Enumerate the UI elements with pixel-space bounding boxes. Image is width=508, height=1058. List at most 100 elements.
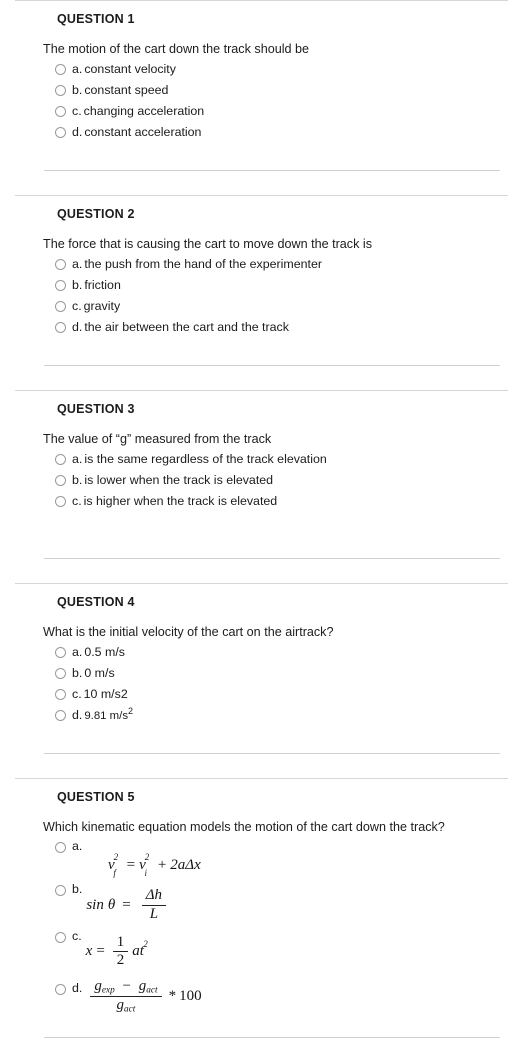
fraction-denominator: L bbox=[141, 904, 167, 923]
option-value: gravity bbox=[83, 299, 121, 313]
option-row[interactable]: a. constant velocity bbox=[55, 60, 500, 81]
option-letter: a. bbox=[72, 257, 83, 271]
radio-button-icon[interactable] bbox=[55, 454, 66, 465]
option-list-4: a. 0.5 m/s b. 0 m/s c. 10 m/s2 d. 9.81 m… bbox=[43, 643, 500, 727]
formula-equals: = bbox=[96, 943, 105, 960]
option-row[interactable]: a. the push from the hand of the experime… bbox=[55, 255, 500, 276]
radio-button-icon[interactable] bbox=[55, 259, 66, 270]
option-label: c. x = 1 2 a t2 bbox=[72, 929, 150, 970]
formula-delta-x: Δx bbox=[185, 857, 201, 873]
option-row[interactable]: a. v2f = v2i + 2a Δx bbox=[55, 838, 500, 878]
radio-button-icon[interactable] bbox=[55, 127, 66, 138]
option-row[interactable]: b. is lower when the track is elevated bbox=[55, 471, 500, 492]
option-row[interactable]: c. gravity bbox=[55, 297, 500, 318]
formula-hundred: 100 bbox=[179, 987, 202, 1004]
formula-equals: = bbox=[122, 896, 131, 913]
option-label: a. constant velocity bbox=[72, 61, 176, 79]
radio-button-icon[interactable] bbox=[55, 64, 66, 75]
option-row[interactable]: d. the air between the cart and the track bbox=[55, 318, 500, 339]
question-spacer bbox=[43, 339, 500, 365]
option-value: is higher when the track is elevated bbox=[83, 494, 278, 508]
radio-button-icon[interactable] bbox=[55, 85, 66, 96]
formula-times: * bbox=[168, 987, 177, 1004]
option-value: 10 m/s2 bbox=[83, 687, 128, 701]
option-row[interactable]: b. 0 m/s bbox=[55, 664, 500, 685]
option-label: d. constant acceleration bbox=[72, 124, 201, 142]
option-letter: b. bbox=[72, 882, 83, 896]
option-label: d. the air between the cart and the track bbox=[72, 319, 289, 337]
g-exp: gexp bbox=[94, 978, 115, 996]
option-row[interactable]: a. is the same regardless of the track el… bbox=[55, 450, 500, 471]
option-row[interactable]: b. friction bbox=[55, 276, 500, 297]
formula-acceleration: a bbox=[132, 943, 140, 960]
option-value: constant velocity bbox=[84, 62, 176, 76]
question-prompt-2: The force that is causing the cart to mo… bbox=[43, 236, 372, 251]
option-label: b. sin θ = Δh L bbox=[72, 882, 170, 923]
formula-q5-a: v2f = v2i + 2a Δx bbox=[108, 852, 201, 878]
radio-button-icon[interactable] bbox=[55, 322, 66, 333]
radio-button-icon[interactable] bbox=[55, 984, 66, 995]
radio-button-icon[interactable] bbox=[55, 931, 66, 943]
radio-button-icon[interactable] bbox=[55, 106, 66, 117]
question-inner-divider bbox=[44, 365, 500, 366]
option-label: b. constant speed bbox=[72, 82, 168, 100]
option-row[interactable]: b. constant speed bbox=[55, 81, 500, 102]
question-body-3: The value of “g” measured from the track… bbox=[0, 421, 508, 558]
option-row[interactable]: c. changing acceleration bbox=[55, 102, 500, 123]
option-label: a. the push from the hand of the experime… bbox=[72, 256, 322, 274]
option-row[interactable]: c. is higher when the track is elevated bbox=[55, 492, 500, 513]
formula-theta: θ bbox=[107, 896, 116, 913]
question-inner-divider bbox=[44, 170, 500, 171]
fraction-denominator: 2 bbox=[112, 951, 129, 969]
option-value: constant acceleration bbox=[84, 125, 202, 139]
option-value: the air between the cart and the track bbox=[84, 320, 289, 334]
radio-button-icon[interactable] bbox=[55, 647, 66, 658]
formula-time-squared: t2 bbox=[139, 938, 148, 960]
formula-minus: − bbox=[122, 978, 131, 994]
radio-button-icon[interactable] bbox=[55, 689, 66, 700]
question-header-4: QUESTION 4 bbox=[57, 595, 135, 609]
option-row[interactable]: d. constant acceleration bbox=[55, 123, 500, 144]
radio-button-icon[interactable] bbox=[55, 280, 66, 291]
formula-equals: = bbox=[126, 857, 136, 873]
option-label: c. changing acceleration bbox=[72, 103, 204, 121]
option-row[interactable]: d. 9.81 m/s2 bbox=[55, 706, 500, 727]
radio-button-icon[interactable] bbox=[55, 710, 66, 721]
option-row[interactable]: c. 10 m/s2 bbox=[55, 685, 500, 706]
radio-button-icon[interactable] bbox=[55, 885, 66, 896]
question-spacer bbox=[43, 727, 500, 753]
radio-button-icon[interactable] bbox=[55, 301, 66, 312]
question-header-5: QUESTION 5 bbox=[57, 790, 135, 804]
question-block-4: QUESTION 4 What is the initial velocity … bbox=[0, 584, 508, 754]
option-list-1: a. constant velocity b. constant speed c. c… bbox=[43, 60, 500, 144]
option-letter: d. bbox=[72, 125, 83, 139]
question-inner-divider bbox=[44, 558, 500, 559]
option-letter: c. bbox=[72, 928, 82, 943]
question-prompt-1: The motion of the cart down the track sh… bbox=[43, 41, 310, 56]
option-letter: a. bbox=[72, 839, 83, 853]
formula-q5-b: sin θ = Δh L bbox=[86, 887, 170, 923]
option-letter: c. bbox=[72, 494, 82, 508]
radio-button-icon[interactable] bbox=[55, 496, 66, 507]
option-row[interactable]: b. sin θ = Δh L bbox=[55, 881, 500, 924]
radio-button-icon[interactable] bbox=[55, 475, 66, 486]
option-label: a. is the same regardless of the track el… bbox=[72, 451, 327, 469]
quiz-container: QUESTION 1 The motion of the cart down t… bbox=[0, 0, 508, 1038]
question-prompt-5: Which kinematic equation models the moti… bbox=[43, 819, 445, 834]
option-letter: c. bbox=[72, 687, 82, 701]
option-value: the push from the hand of the experiment… bbox=[84, 257, 322, 271]
question-inner-divider bbox=[44, 1036, 500, 1038]
question-header-3: QUESTION 3 bbox=[57, 402, 135, 416]
formula-v-initial: v2i bbox=[139, 852, 150, 878]
option-letter: b. bbox=[72, 666, 83, 680]
g-act: gact bbox=[138, 978, 158, 996]
option-row[interactable]: a. 0.5 m/s bbox=[55, 643, 500, 664]
option-row[interactable]: c. x = 1 2 a t2 bbox=[55, 928, 500, 971]
option-value: 0.5 m/s bbox=[84, 645, 125, 659]
option-label: d. 9.81 m/s2 bbox=[72, 707, 133, 725]
formula-coefficient: 2a bbox=[170, 857, 186, 873]
option-value: friction bbox=[84, 278, 121, 292]
radio-button-icon[interactable] bbox=[55, 668, 66, 679]
option-row[interactable]: d. gexp − gact gact * 100 bbox=[55, 978, 500, 1015]
radio-button-icon[interactable] bbox=[55, 842, 66, 853]
